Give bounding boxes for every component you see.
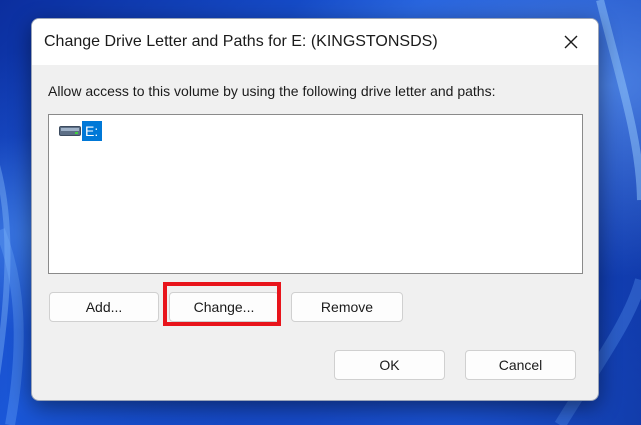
- title-bar: Change Drive Letter and Paths for E: (KI…: [32, 19, 598, 65]
- instruction-text: Allow access to this volume by using the…: [48, 83, 496, 99]
- dialog-title: Change Drive Letter and Paths for E: (KI…: [44, 33, 438, 50]
- close-button[interactable]: [544, 19, 598, 65]
- list-item[interactable]: E:: [59, 121, 103, 141]
- cancel-button[interactable]: Cancel: [465, 350, 576, 380]
- list-item-label: E:: [82, 121, 103, 141]
- remove-button[interactable]: Remove: [291, 292, 403, 322]
- change-button[interactable]: Change...: [169, 292, 279, 322]
- drive-paths-list[interactable]: E:: [48, 114, 583, 274]
- add-button[interactable]: Add...: [49, 292, 159, 322]
- drive-icon: [59, 124, 81, 138]
- change-drive-letter-dialog: Change Drive Letter and Paths for E: (KI…: [31, 18, 599, 401]
- close-icon: [563, 34, 579, 50]
- ok-button[interactable]: OK: [334, 350, 445, 380]
